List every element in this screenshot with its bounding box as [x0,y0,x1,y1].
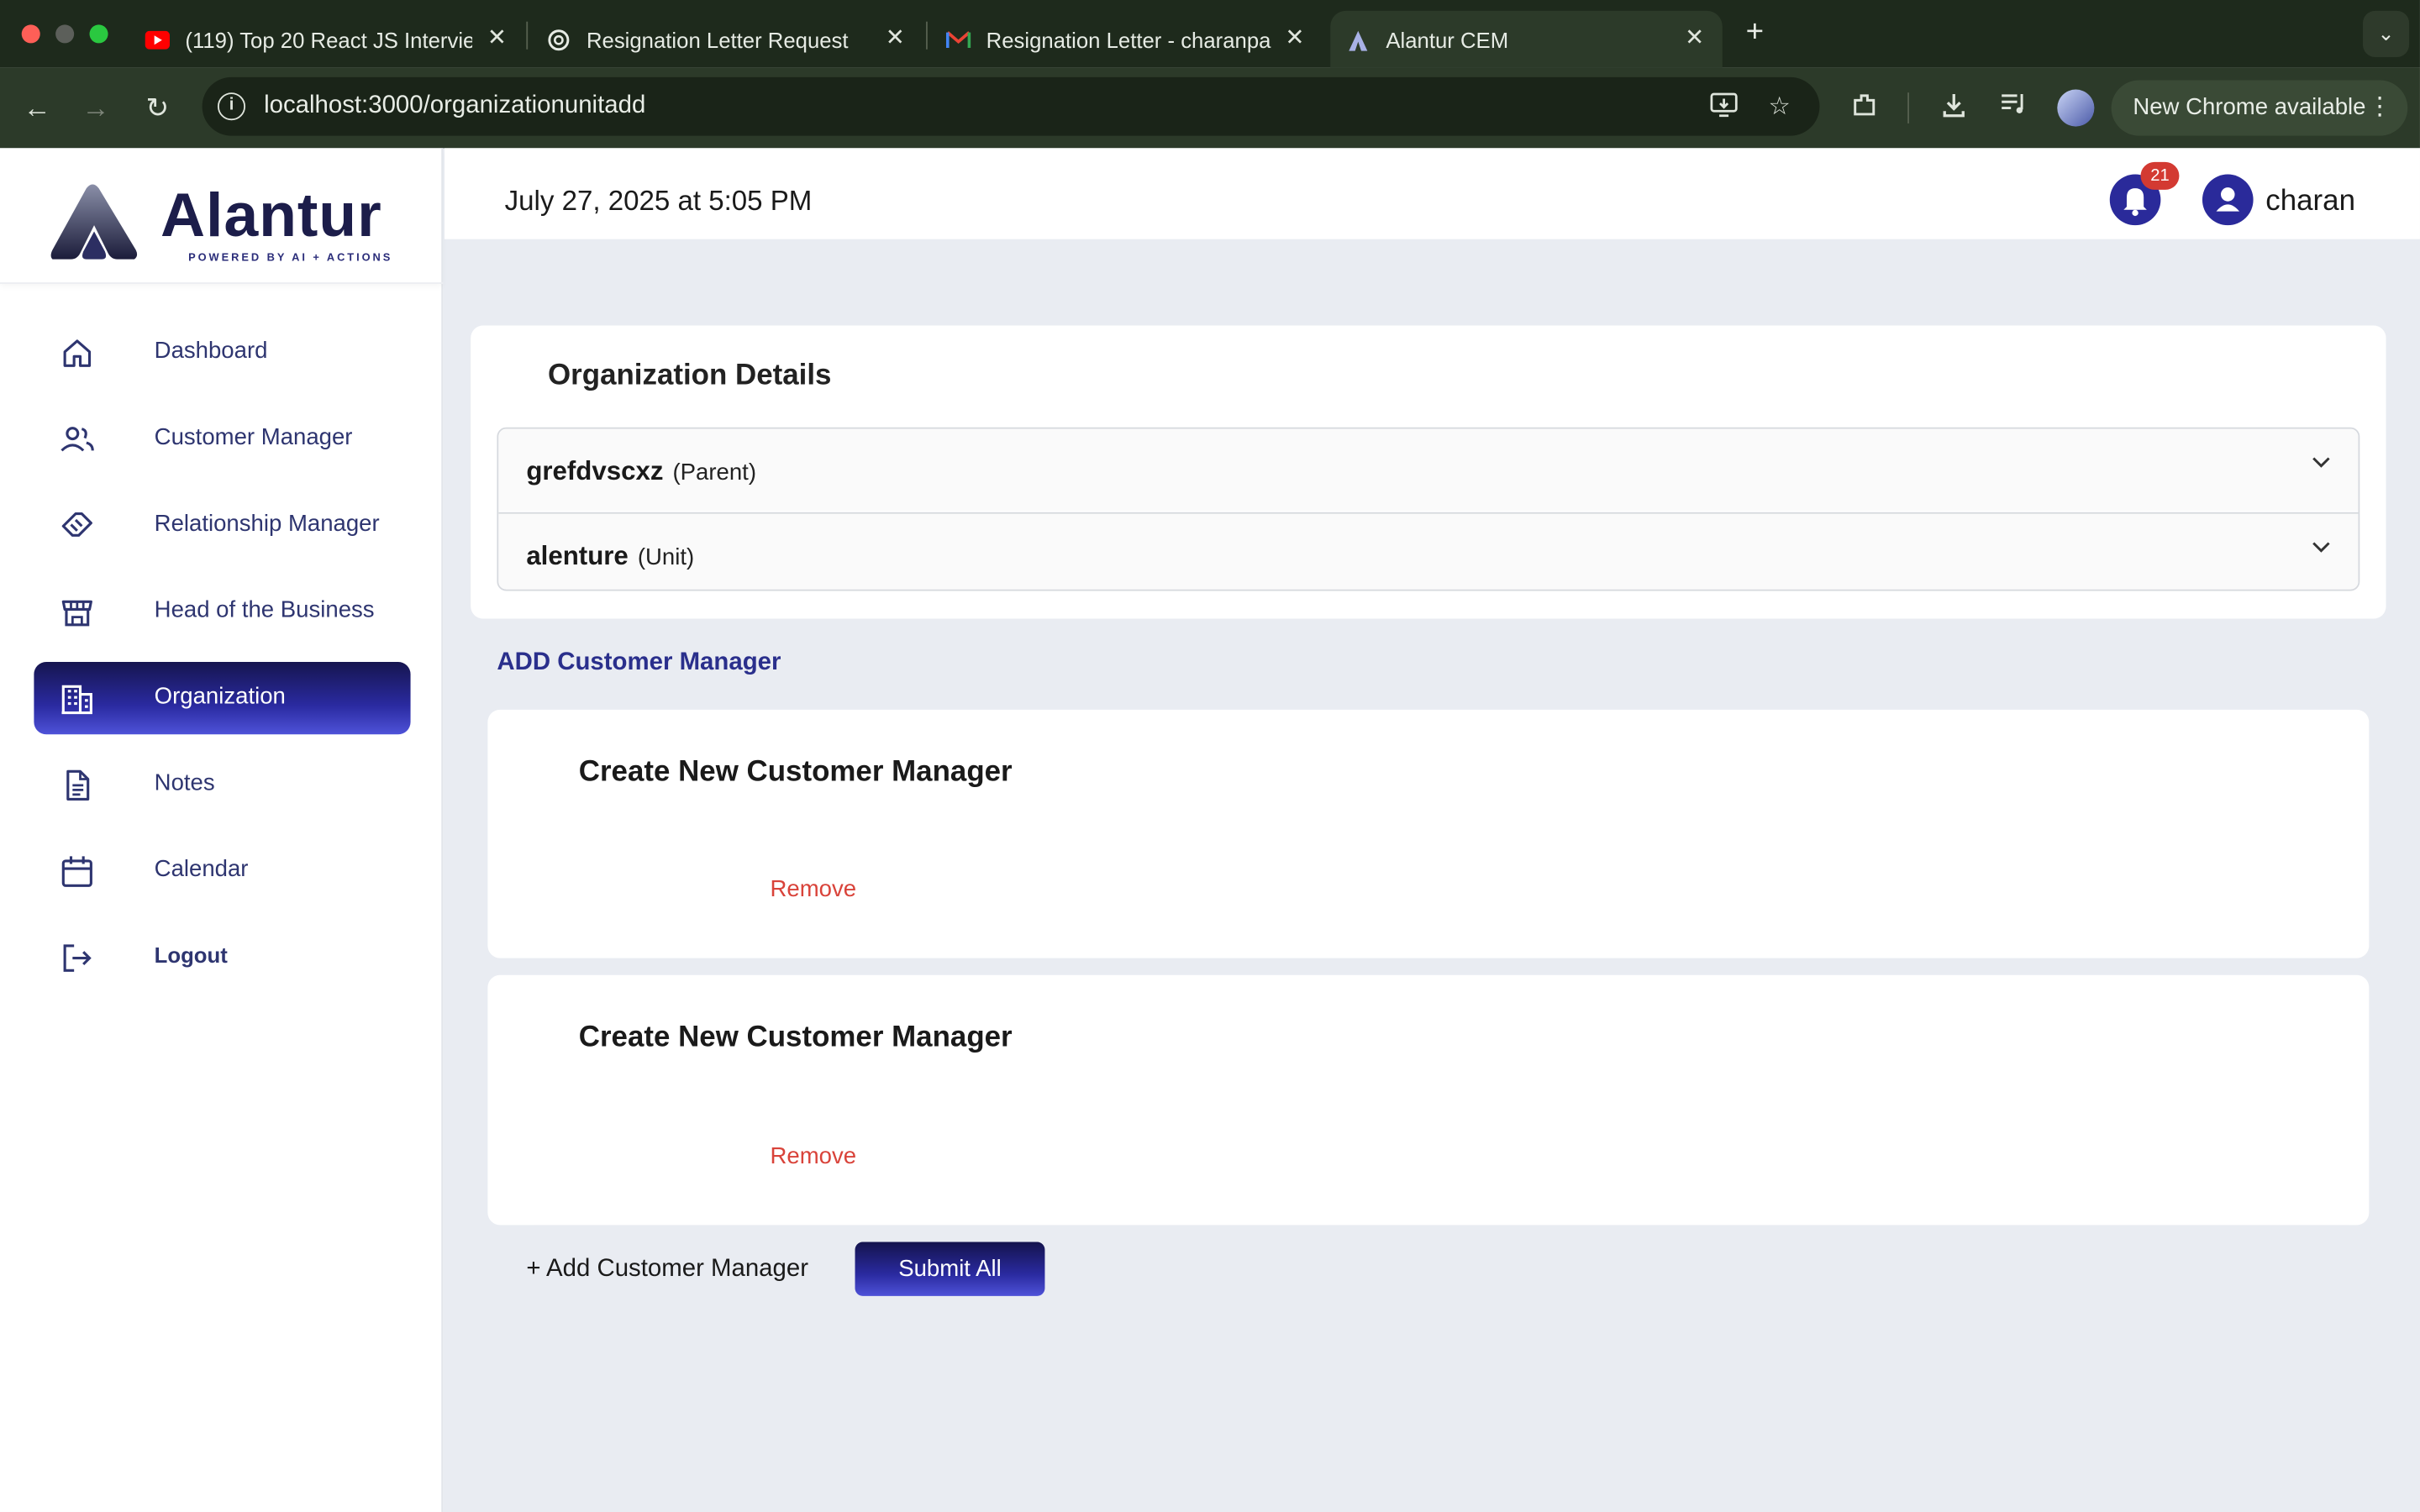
sidebar-item-dashboard[interactable]: Dashboard [34,317,410,389]
site-info-icon[interactable]: i [217,92,246,121]
toolbar-separator [1907,92,1909,123]
org-name-text: alenture [526,541,629,571]
close-window-button[interactable] [21,24,40,44]
address-bar[interactable]: i localhost:3000/organizationunitadd ☆ [202,76,1820,136]
add-customer-manager-link[interactable]: ADD Customer Manager [497,649,781,677]
calendar-icon [61,856,92,887]
sidebar-item-label: Logout [154,942,228,968]
org-type: (Parent) [672,459,757,486]
users-icon [60,427,94,452]
extensions-icon[interactable] [1848,91,1881,124]
form-title: Create New Customer Manager [578,755,1013,789]
document-icon [66,769,90,801]
browser-tab-alantur[interactable]: Alantur CEM ✕ [1330,10,1723,68]
logo-text: Alantur [160,181,382,250]
alantur-logo-icon [50,184,138,260]
new-chrome-available-button[interactable]: New Chrome available ⋮ [2111,80,2408,136]
notification-count-badge: 21 [2140,161,2180,190]
submit-all-button[interactable]: Submit All [855,1242,1045,1296]
username[interactable]: charan [2265,185,2355,218]
app-header: July 27, 2025 at 5:05 PM 21 charan [444,148,2420,239]
browser-tab-youtube[interactable]: (119) Top 20 React JS Intervie ✕ [129,11,524,68]
reload-icon[interactable]: ↻ [139,90,176,127]
user-avatar[interactable] [2202,174,2254,226]
organization-details-card: Organization Details grefdvscxz (Parent) … [471,325,2386,619]
form-title: Create New Customer Manager [578,1021,1013,1054]
new-chrome-label: New Chrome available [2133,94,2366,121]
download-icon[interactable] [1937,91,1970,124]
tab-separator [526,21,529,50]
more-menu-icon[interactable]: ⋮ [2367,81,2391,136]
back-arrow-icon[interactable]: ← [18,90,55,127]
browser-tab-strip: (119) Top 20 React JS Intervie ✕ Resigna… [0,0,2420,68]
tab-title: Alantur CEM [1386,27,1509,52]
media-control-icon[interactable] [1997,91,2031,124]
customer-manager-form-card: Create New Customer Manager Remove [487,709,2370,958]
logout-icon [63,944,92,972]
building-icon [61,685,92,715]
logo-tagline: POWERED BY AI + ACTIONS [188,253,393,265]
handshake-icon [61,512,92,537]
sidebar-item-label: Notes [154,769,215,796]
url-text: localhost:3000/organizationunitadd [264,92,646,119]
sidebar-item-label: Dashboard [154,338,268,365]
forward-arrow-icon[interactable]: → [77,90,114,127]
gmail-icon [945,27,971,51]
chatgpt-icon [546,27,571,51]
organization-accordion: grefdvscxz (Parent) alenture (Unit) [497,427,2360,591]
close-tab-icon[interactable]: ✕ [1280,24,1311,55]
add-customer-manager-button[interactable]: + Add Customer Manager [526,1256,808,1284]
accordion-item-unit[interactable]: alenture (Unit) [498,512,2359,590]
close-tab-icon[interactable]: ✕ [481,24,513,55]
logo[interactable]: Alantur POWERED BY AI + ACTIONS [0,148,444,284]
org-name-text: grefdvscxz [526,456,664,486]
remove-button[interactable]: Remove [771,876,857,902]
store-icon [61,600,92,627]
sidebar-item-label: Customer Manager [154,424,353,451]
chevron-down-icon[interactable] [2309,450,2333,475]
sidebar-item-organization[interactable]: Organization [34,661,411,735]
close-tab-icon[interactable]: ✕ [880,24,911,55]
sidebar-item-head-of-business[interactable]: Head of the Business [34,575,410,648]
sidebar-item-label: Relationship Manager [154,510,380,538]
profile-avatar[interactable] [2057,89,2095,127]
sidebar-item-logout[interactable]: Logout [34,921,410,994]
user-icon [2216,187,2240,212]
close-tab-icon[interactable]: ✕ [1679,24,1710,55]
organization-details-title: Organization Details [548,359,832,392]
browser-tab-gmail[interactable]: Resignation Letter - charanpa ✕ [931,11,1323,68]
sidebar-item-customer-manager[interactable]: Customer Manager [34,402,410,475]
chevron-down-icon[interactable] [2309,535,2333,559]
new-tab-button[interactable]: + [1738,15,1771,49]
install-app-icon[interactable] [1708,92,1739,123]
tab-separator [926,21,928,50]
sidebar-item-label: Head of the Business [154,596,375,624]
star-bookmark-icon[interactable]: ☆ [1764,92,1795,123]
home-icon [63,339,92,367]
sidebar: Alantur POWERED BY AI + ACTIONS Dashboar… [0,148,444,1512]
tab-title: Resignation Letter Request [586,27,849,52]
org-name: grefdvscxz (Parent) [526,457,756,488]
alantur-icon [1346,27,1370,51]
tab-search-chevron-icon[interactable]: ⌄ [2362,10,2410,57]
sidebar-item-label: Organization [154,683,286,710]
org-name: alenture (Unit) [526,542,694,573]
minimize-window-button[interactable] [55,24,75,44]
maximize-window-button[interactable] [89,24,108,44]
org-type: (Unit) [637,544,695,571]
browser-tab-chatgpt[interactable]: Resignation Letter Request ✕ [531,11,923,68]
tab-title: Resignation Letter - charanpa [986,27,1271,52]
accordion-item-parent[interactable]: grefdvscxz (Parent) [498,428,2359,511]
tab-title: (119) Top 20 React JS Intervie [185,27,473,52]
sidebar-item-relationship-manager[interactable]: Relationship Manager [34,489,410,561]
customer-manager-form-card: Create New Customer Manager Remove [487,974,2370,1226]
youtube-icon [145,27,171,51]
sidebar-item-notes[interactable]: Notes [34,748,410,821]
current-datetime: July 27, 2025 at 5:05 PM [504,185,813,217]
sidebar-item-calendar[interactable]: Calendar [34,835,410,907]
remove-button[interactable]: Remove [771,1143,857,1169]
browser-toolbar: ← → ↻ i localhost:3000/organizationunita… [0,67,2420,149]
sidebar-item-label: Calendar [154,856,249,883]
